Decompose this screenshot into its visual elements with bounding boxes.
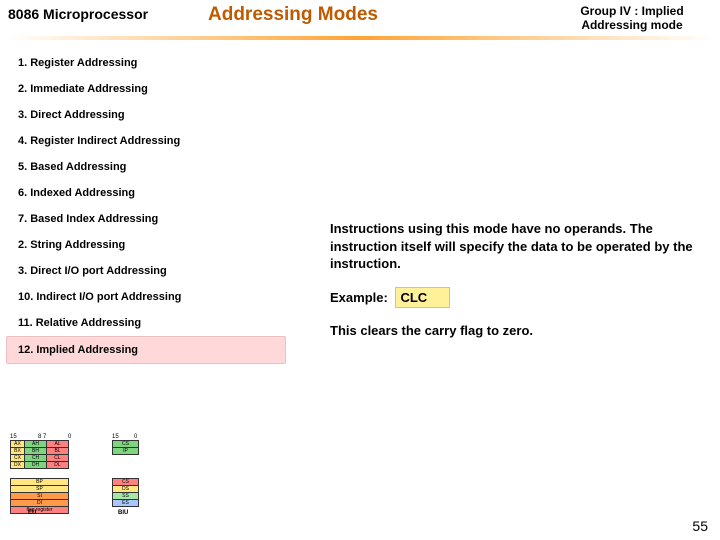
diag-eu-label: EU bbox=[28, 510, 36, 516]
mode-item: 1. Register Addressing bbox=[6, 50, 306, 76]
example-code: CLC bbox=[395, 287, 450, 309]
mode-item: 6. Indexed Addressing bbox=[6, 180, 306, 206]
mode-item: 11. Relative Addressing bbox=[6, 310, 306, 336]
mode-item: 2. Immediate Addressing bbox=[6, 76, 306, 102]
mode-item: 5. Based Addressing bbox=[6, 154, 306, 180]
header-divider bbox=[6, 36, 714, 40]
mode-item: 7. Based Index Addressing bbox=[6, 206, 306, 232]
mode-item: 10. Indirect I/O port Addressing bbox=[6, 284, 306, 310]
mode-item: 12. Implied Addressing bbox=[6, 336, 286, 364]
cpu-register-diagram: 15 8 7 0 AXAHALBXBHBLCXCHCLDXDHDL 15 0 C… bbox=[8, 438, 168, 514]
slide-title: Addressing Modes bbox=[198, 4, 552, 26]
mode-description: Instructions using this mode have no ope… bbox=[330, 220, 704, 273]
addressing-modes-list: 1. Register Addressing2. Immediate Addre… bbox=[6, 50, 306, 364]
diag-general-regs: AXAHALBXBHBLCXCHCLDXDHDL bbox=[10, 440, 69, 469]
mode-item: 3. Direct I/O port Addressing bbox=[6, 258, 306, 284]
mode-item: 4. Register Indirect Addressing bbox=[6, 128, 306, 154]
example-label: Example: bbox=[330, 290, 388, 305]
diag-pointer-regs: BPSPSIDIflag register bbox=[10, 478, 69, 514]
header-subject: 8086 Microprocessor bbox=[8, 4, 198, 22]
header-group-line2: Addressing mode bbox=[581, 18, 682, 32]
example-line: Example: CLC bbox=[330, 287, 704, 309]
mode-item: 2. String Addressing bbox=[6, 232, 306, 258]
example-result: This clears the carry flag to zero. bbox=[330, 322, 704, 340]
diag-biu-label: BIU bbox=[118, 510, 128, 516]
diag-segment-regs: CSDSSSES bbox=[112, 478, 139, 507]
diag-instruction-regs: CSIP bbox=[112, 440, 139, 455]
mode-item: 3. Direct Addressing bbox=[6, 102, 306, 128]
header-group-line1: Group IV : Implied bbox=[580, 4, 683, 18]
page-number: 55 bbox=[692, 518, 708, 534]
header-group: Group IV : Implied Addressing mode bbox=[552, 4, 712, 33]
